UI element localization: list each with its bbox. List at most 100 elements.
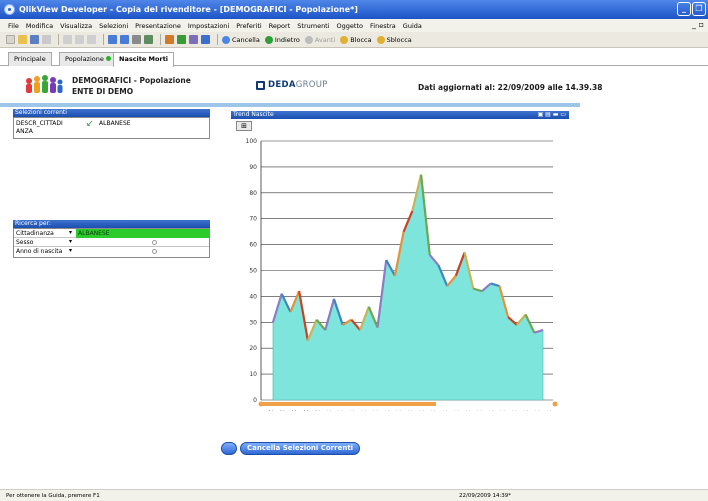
search-row-anno-nascita[interactable]: Anno di nascita ▾ — [14, 247, 209, 256]
dedagroup-mark-icon — [256, 80, 265, 90]
find-icon[interactable] — [132, 35, 141, 44]
copy-icon[interactable] — [75, 35, 84, 44]
header-divider — [0, 103, 580, 107]
undo-icon[interactable] — [108, 35, 117, 44]
y-tick-label: 30 — [249, 319, 257, 326]
menu-file[interactable]: File — [8, 22, 19, 30]
tab-popolazione[interactable]: Popolazione — [59, 52, 117, 66]
chart-caption[interactable]: Trend Nascite ▣ ▤ ▬ ▭ — [231, 111, 569, 119]
chart-area — [258, 174, 558, 407]
document-window-controls[interactable]: _ ▫ — [692, 20, 704, 29]
x-tick-label: 1967 — [510, 410, 516, 411]
search-value-anno-nascita[interactable] — [76, 247, 209, 256]
status-help-text: Per ottenere la Guida, premere F1 — [6, 493, 100, 499]
x-tick-label: 1993 — [360, 410, 366, 411]
circle-indicator-icon — [152, 240, 157, 245]
clear-selections-control: Cancella Selezioni Correnti — [221, 442, 361, 455]
tab-label: Nascite Morti — [119, 55, 169, 63]
restore-button[interactable]: ❐ — [692, 2, 706, 16]
x-tick-label: 1981 — [429, 410, 435, 411]
clear-field-icon[interactable]: ↙ — [86, 119, 94, 129]
x-scrollbar-thumb — [261, 402, 436, 406]
menu-impostazioni[interactable]: Impostazioni — [188, 22, 229, 30]
indietro-button[interactable]: Indietro — [264, 35, 300, 44]
y-tick-label: 20 — [249, 345, 257, 352]
chart-window-controls-icon[interactable]: ▣ ▤ ▬ ▭ — [538, 111, 566, 119]
tab-principale[interactable]: Principale — [8, 52, 52, 66]
menu-bar: File Modifica Visualizza Selezioni Prese… — [0, 19, 708, 32]
redo-icon[interactable] — [120, 35, 129, 44]
unlock-icon — [376, 35, 385, 44]
dropdown-arrow-icon[interactable]: ▾ — [69, 229, 72, 236]
search-label: Anno di nascita — [16, 248, 63, 255]
x-tick-label: 1999 — [325, 410, 331, 411]
menu-modifica[interactable]: Modifica — [26, 22, 53, 30]
menu-guida[interactable]: Guida — [403, 22, 422, 30]
menu-selezioni[interactable]: Selezioni — [99, 22, 128, 30]
menu-finestra[interactable]: Finestra — [370, 22, 396, 30]
x-tick-label: 2009 — [267, 410, 273, 411]
x-tick-label: 1987 — [394, 410, 400, 411]
cut-icon[interactable] — [63, 35, 72, 44]
page-subtitle: ENTE DI DEMO — [72, 87, 134, 96]
toolbar-separator — [58, 34, 59, 45]
circle-indicator-icon — [152, 249, 157, 254]
menu-preferiti[interactable]: Preferiti — [236, 22, 261, 30]
search-label: Sesso — [16, 239, 34, 246]
toolbar-separator — [217, 34, 218, 45]
web-view-icon[interactable] — [189, 35, 198, 44]
open-folder-icon[interactable] — [18, 35, 27, 44]
menu-report[interactable]: Report — [269, 22, 291, 30]
help-icon[interactable] — [201, 35, 210, 44]
menu-strumenti[interactable]: Strumenti — [297, 22, 329, 30]
dropdown-arrow-icon[interactable]: ▾ — [69, 238, 72, 245]
dropdown-arrow-icon[interactable]: ▾ — [69, 247, 72, 254]
avanti-button[interactable]: Avanti — [304, 35, 335, 44]
search-caption: Ricerca per: — [13, 220, 210, 228]
selection-value: ALBANESE — [99, 120, 131, 127]
status-bar: Per ottenere la Guida, premere F1 22/09/… — [0, 489, 708, 501]
check-icon[interactable] — [177, 35, 186, 44]
y-tick-label: 80 — [249, 190, 257, 197]
x-tick-label: 1991 — [371, 410, 377, 411]
search-label: Cittadinanza — [16, 230, 54, 237]
edit-script-icon[interactable] — [165, 35, 174, 44]
area-series — [272, 174, 544, 401]
window-title-bar: QlikView Developer - Copia del rivendito… — [0, 0, 708, 19]
selection-field-line1: DESCR_CITTADI — [16, 120, 63, 127]
sblocca-label: Sblocca — [386, 35, 412, 44]
y-tick-label: 0 — [253, 397, 257, 404]
clear-selections-button[interactable]: Cancella Selezioni Correnti — [240, 442, 361, 455]
cancella-button[interactable]: Cancella — [222, 35, 260, 44]
selection-field-line2: ANZA — [16, 128, 33, 135]
dedagroup-logo: DEDAGROUP — [256, 80, 328, 90]
new-document-icon[interactable] — [6, 35, 15, 44]
sheet-tabs: Principale Popolazione Nascite Morti — [0, 48, 708, 67]
x-tick-label: 1975 — [464, 410, 470, 411]
search-row-cittadinanza[interactable]: Cittadinanza ▾ ALBANESE — [14, 229, 209, 238]
search-row-sesso[interactable]: Sesso ▾ — [14, 238, 209, 247]
menu-oggetto[interactable]: Oggetto — [337, 22, 363, 30]
current-selections-caption[interactable]: Selezioni correnti — [13, 109, 210, 117]
x-tick-label: 1973 — [476, 410, 482, 411]
y-tick-labels: 0 10 20 30 40 50 60 70 80 90 100 — [246, 138, 258, 404]
reload-icon[interactable] — [144, 35, 153, 44]
x-tick-label: 1995 — [348, 410, 354, 411]
blocca-button[interactable]: Blocca — [340, 35, 372, 44]
paste-icon[interactable] — [87, 35, 96, 44]
tab-nascite-morti[interactable]: Nascite Morti — [113, 52, 175, 67]
current-selections-box: DESCR_CITTADI ANZA ↙ ALBANESE — [13, 117, 210, 139]
clear-selections-icon[interactable] — [221, 442, 237, 455]
save-icon[interactable] — [30, 35, 39, 44]
menu-presentazione[interactable]: Presentazione — [135, 22, 181, 30]
search-value-sesso[interactable] — [76, 238, 209, 247]
x-tick-label: 1977 — [452, 410, 458, 411]
search-value-cittadinanza[interactable]: ALBANESE — [76, 229, 209, 238]
indietro-label: Indietro — [274, 35, 300, 44]
qlikview-app-icon — [4, 4, 15, 15]
print-icon[interactable] — [42, 35, 51, 44]
menu-visualizza[interactable]: Visualizza — [60, 22, 92, 30]
minimize-button[interactable]: _ — [677, 2, 691, 16]
sblocca-button[interactable]: Sblocca — [376, 35, 412, 44]
toolbar-separator — [103, 34, 104, 45]
